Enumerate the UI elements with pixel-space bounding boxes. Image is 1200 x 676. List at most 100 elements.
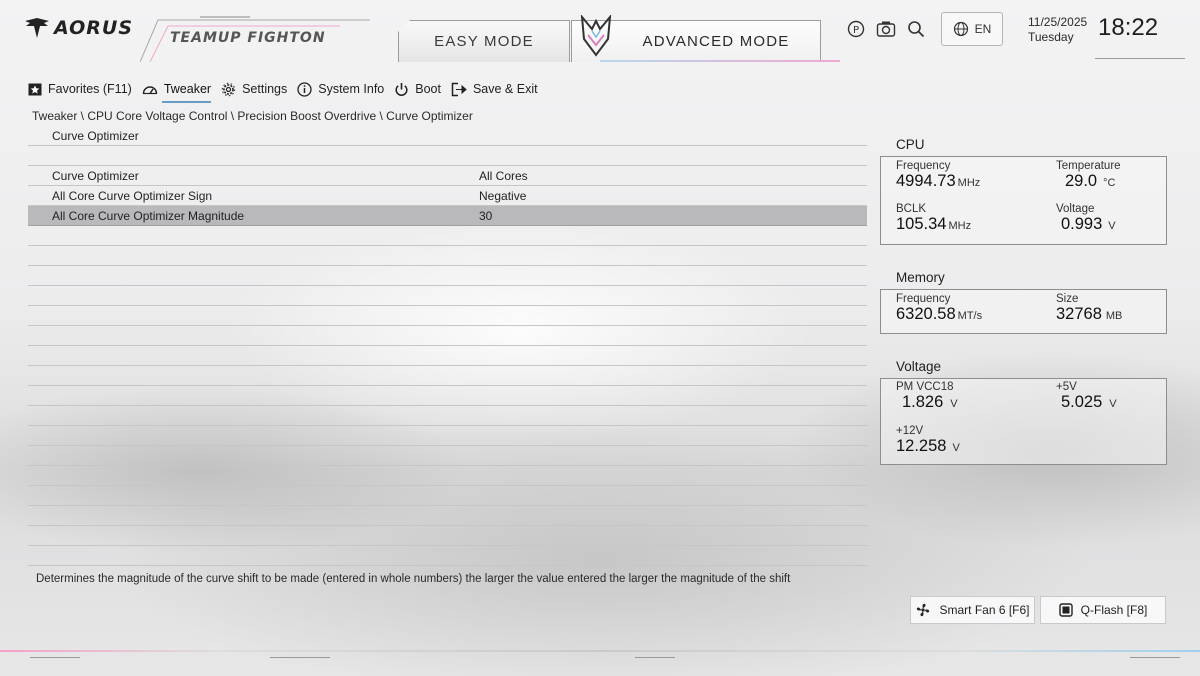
screenshot-icon[interactable] <box>875 18 897 40</box>
setting-value[interactable]: Negative <box>479 189 526 203</box>
section-title: Curve Optimizer <box>52 128 139 143</box>
menu-label-system-info: System Info <box>318 82 385 96</box>
help-description: Determines the magnitude of the curve sh… <box>36 573 791 585</box>
bottom-decoration <box>635 657 675 662</box>
setting-value[interactable]: 30 <box>479 209 492 223</box>
exit-icon <box>451 82 467 96</box>
empty-row <box>28 306 867 326</box>
menu-label-settings: Settings <box>242 82 288 96</box>
empty-row <box>28 466 867 486</box>
menu-label-save-exit: Save & Exit <box>472 82 538 96</box>
voltage-5v-value: 5.025 <box>1061 393 1103 411</box>
cpu-temperature-value: 29.0 <box>1065 172 1098 190</box>
smart-fan-label: Smart Fan 6 [F6] <box>939 603 1030 617</box>
setting-value[interactable]: All Cores <box>479 169 528 183</box>
aorus-logo: AORUS <box>24 15 134 41</box>
memory-frequency: Frequency 6320.58 MT/s <box>896 293 982 324</box>
voltage-5v-unit: V <box>1109 398 1117 410</box>
cpu-temperature: Temperature 29.0 °C <box>1056 160 1121 191</box>
globe-icon <box>953 21 968 37</box>
setting-row-optimizer-magnitude[interactable]: All Core Curve Optimizer Magnitude 30 <box>28 206 867 226</box>
cpu-voltage-value: 0.993 <box>1061 215 1103 233</box>
cpu-frequency: Frequency 4994.73 MHz <box>896 160 980 191</box>
qflash-button[interactable]: Q-Flash [F8] <box>1040 596 1166 624</box>
advanced-mode-label: ADVANCED MODE <box>642 33 790 50</box>
eagle-icon <box>25 18 49 38</box>
menu-label-boot: Boot <box>415 82 441 96</box>
empty-row <box>28 546 867 566</box>
mode-accent-line <box>600 60 840 62</box>
voltage-12v-value: 12.258 <box>896 437 947 455</box>
svg-text:P: P <box>853 25 859 36</box>
weekday-text: Tuesday <box>1028 30 1074 44</box>
power-icon <box>395 82 408 96</box>
date-block: 11/25/2025 Tuesday <box>1028 15 1087 45</box>
cpu-temperature-unit: °C <box>1103 177 1116 189</box>
speedometer-icon <box>142 86 158 95</box>
gear-icon <box>221 82 236 96</box>
star-icon <box>28 83 42 96</box>
smart-fan-button[interactable]: Smart Fan 6 [F6] <box>910 596 1035 624</box>
cpu-voltage-label: Voltage <box>1056 203 1095 215</box>
easy-mode-label: EASY MODE <box>434 33 534 50</box>
menu-item-favorites[interactable]: Favorites (F11) <box>28 78 132 100</box>
chip-icon <box>1058 603 1073 617</box>
logo-text: AORUS <box>54 17 134 39</box>
empty-row <box>28 406 867 426</box>
cpu-frequency-value: 4994.73 <box>896 172 956 190</box>
section-header-row: Curve Optimizer <box>28 126 867 146</box>
cpu-section-title: CPU <box>896 137 925 152</box>
menu-item-tweaker[interactable]: Tweaker <box>142 78 212 103</box>
cpu-card: Frequency 4994.73 MHz Temperature 29.0 °C … <box>880 156 1167 245</box>
easy-mode-tab[interactable]: EASY MODE <box>398 20 570 62</box>
fan-icon <box>917 603 930 617</box>
empty-row <box>28 506 867 526</box>
cpu-voltage-unit: V <box>1108 220 1116 232</box>
help-icon[interactable]: P <box>845 18 867 40</box>
voltage-card: PM VCC18 1.826 V +5V 5.025 V +12V 12.258 V <box>880 378 1167 465</box>
empty-row <box>28 386 867 406</box>
menu-item-boot[interactable]: Boot <box>394 78 441 100</box>
setting-row-optimizer-sign[interactable]: All Core Curve Optimizer Sign Negative <box>28 186 867 206</box>
cpu-voltage: Voltage 0.993 V <box>1056 203 1116 234</box>
bottom-decoration <box>270 657 330 662</box>
menu-item-save-exit[interactable]: Save & Exit <box>451 78 538 100</box>
setting-label: All Core Curve Optimizer Sign <box>52 188 213 203</box>
empty-row <box>28 526 867 546</box>
bottom-accent-line <box>0 650 1200 652</box>
empty-row <box>28 226 867 246</box>
voltage-pmvcc18-unit: V <box>950 398 958 410</box>
dragon-mascot-icon <box>580 15 612 57</box>
date-text: 11/25/2025 <box>1028 15 1088 29</box>
corner-decoration <box>1095 58 1185 64</box>
setting-label: Curve Optimizer <box>52 168 139 183</box>
advanced-mode-tab[interactable]: ADVANCED MODE <box>571 15 821 62</box>
bottom-decoration <box>30 657 80 662</box>
language-button[interactable]: EN <box>941 12 1003 46</box>
voltage-12v: +12V 12.258 V <box>896 425 960 456</box>
menu-item-settings[interactable]: Settings <box>221 78 287 100</box>
voltage-pmvcc18-value: 1.826 <box>902 393 944 411</box>
language-label: EN <box>974 22 992 36</box>
empty-row <box>28 146 867 166</box>
empty-row <box>28 346 867 366</box>
setting-row-curve-optimizer[interactable]: Curve Optimizer All Cores <box>28 166 867 186</box>
empty-row <box>28 366 867 386</box>
search-icon[interactable] <box>905 18 927 40</box>
cpu-frequency-unit: MHz <box>957 177 981 189</box>
memory-size: Size 32768 MB <box>1056 293 1122 324</box>
voltage-5v: +5V 5.025 V <box>1056 381 1117 412</box>
empty-row <box>28 446 867 466</box>
cpu-bclk-label: BCLK <box>896 203 927 215</box>
cpu-bclk: BCLK 105.34 MHz <box>896 203 971 234</box>
cpu-temperature-label: Temperature <box>1056 160 1121 172</box>
menu-label-tweaker: Tweaker <box>163 82 212 96</box>
empty-row <box>28 286 867 306</box>
memory-size-value: 32768 <box>1056 305 1102 323</box>
memory-section-title: Memory <box>896 270 945 285</box>
menu-item-system-info[interactable]: System Info <box>297 78 384 100</box>
main-menu: Favorites (F11) Tweaker Settings System … <box>28 78 548 103</box>
voltage-12v-label: +12V <box>896 425 924 437</box>
bottom-decoration <box>1130 657 1180 662</box>
clock: 18:22 <box>1098 14 1159 41</box>
